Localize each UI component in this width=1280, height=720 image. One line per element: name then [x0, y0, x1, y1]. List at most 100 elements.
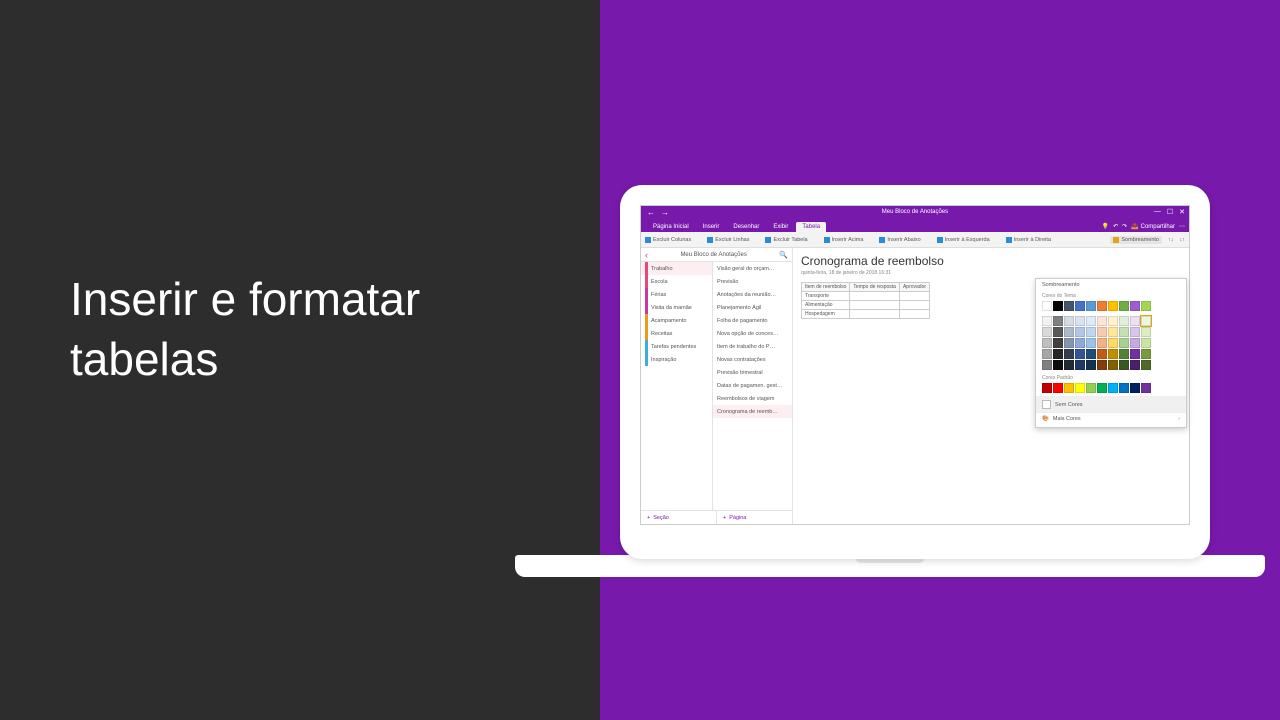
editor-table[interactable]: Item de reembolsoTempo de respostaAprova…: [801, 282, 930, 319]
ribbon-cmd-0[interactable]: Excluir Colunas: [645, 237, 691, 243]
color-swatch[interactable]: [1130, 338, 1140, 348]
page-item[interactable]: Reembolsos de viagem: [713, 392, 792, 405]
color-swatch[interactable]: [1108, 383, 1118, 393]
color-swatch[interactable]: [1053, 327, 1063, 337]
color-swatch[interactable]: [1053, 360, 1063, 370]
color-swatch[interactable]: [1053, 316, 1063, 326]
search-icon[interactable]: 🔍: [779, 251, 788, 259]
color-swatch[interactable]: [1064, 301, 1074, 311]
table-row[interactable]: Transporte: [802, 292, 930, 301]
color-swatch[interactable]: [1108, 301, 1118, 311]
color-swatch[interactable]: [1042, 383, 1052, 393]
table-cell[interactable]: [850, 301, 900, 310]
table-row[interactable]: Hospedagem: [802, 310, 930, 319]
tab-home[interactable]: Página Inicial: [647, 222, 695, 232]
ribbon-cmd-3[interactable]: Inserir Acima: [824, 237, 864, 243]
color-swatch[interactable]: [1086, 301, 1096, 311]
maximize-icon[interactable]: ☐: [1167, 208, 1173, 216]
section-item[interactable]: Acampamento: [641, 314, 712, 327]
no-color-option[interactable]: Sem Cores: [1036, 396, 1186, 412]
color-swatch[interactable]: [1108, 327, 1118, 337]
notebook-title[interactable]: Meu Bloco de Anotações: [652, 252, 775, 258]
color-swatch[interactable]: [1086, 316, 1096, 326]
color-swatch[interactable]: [1064, 349, 1074, 359]
color-swatch[interactable]: [1064, 338, 1074, 348]
table-cell[interactable]: [850, 310, 900, 319]
section-item[interactable]: Trabalho: [641, 262, 712, 275]
add-page-button[interactable]: + Página: [716, 511, 792, 524]
table-cell[interactable]: [899, 310, 929, 319]
color-swatch[interactable]: [1108, 316, 1118, 326]
page-item[interactable]: Cronograma de reemb…: [713, 405, 792, 418]
color-swatch[interactable]: [1042, 349, 1052, 359]
page-item[interactable]: Item de trabalho do P…: [713, 340, 792, 353]
color-swatch[interactable]: [1086, 360, 1096, 370]
color-swatch[interactable]: [1108, 338, 1118, 348]
sort-desc-icon[interactable]: ↓↑: [1180, 237, 1186, 243]
color-swatch[interactable]: [1064, 383, 1074, 393]
section-item[interactable]: Tarefas pendentes: [641, 340, 712, 353]
color-swatch[interactable]: [1097, 349, 1107, 359]
section-item[interactable]: Visita da mamãe: [641, 301, 712, 314]
ribbon-cmd-6[interactable]: Inserir à Direita: [1006, 237, 1051, 243]
page-item[interactable]: Planejamento Ágil: [713, 301, 792, 314]
color-swatch[interactable]: [1053, 349, 1063, 359]
color-swatch[interactable]: [1130, 327, 1140, 337]
color-swatch[interactable]: [1141, 338, 1151, 348]
color-swatch[interactable]: [1141, 383, 1151, 393]
color-swatch[interactable]: [1130, 316, 1140, 326]
color-swatch[interactable]: [1108, 360, 1118, 370]
page-item[interactable]: Novas contratações: [713, 353, 792, 366]
color-swatch[interactable]: [1064, 327, 1074, 337]
color-swatch[interactable]: [1119, 349, 1129, 359]
color-swatch[interactable]: [1097, 327, 1107, 337]
color-swatch[interactable]: [1086, 338, 1096, 348]
nav-back-chevron-icon[interactable]: ‹: [645, 250, 648, 260]
section-item[interactable]: Escola: [641, 275, 712, 288]
color-swatch[interactable]: [1086, 327, 1096, 337]
color-swatch[interactable]: [1042, 338, 1052, 348]
color-swatch[interactable]: [1130, 349, 1140, 359]
color-swatch[interactable]: [1141, 301, 1151, 311]
share-button[interactable]: 📤Compartilhar: [1131, 223, 1175, 230]
color-swatch[interactable]: [1097, 316, 1107, 326]
ribbon-cmd-2[interactable]: Excluir Tabela: [765, 237, 807, 243]
color-swatch[interactable]: [1119, 383, 1129, 393]
color-swatch[interactable]: [1053, 301, 1063, 311]
color-swatch[interactable]: [1075, 383, 1085, 393]
color-swatch[interactable]: [1075, 301, 1085, 311]
minimize-icon[interactable]: —: [1154, 208, 1161, 216]
color-swatch[interactable]: [1075, 327, 1085, 337]
color-swatch[interactable]: [1086, 383, 1096, 393]
color-swatch[interactable]: [1086, 349, 1096, 359]
tab-table[interactable]: Tabela: [796, 222, 826, 232]
section-item[interactable]: Férias: [641, 288, 712, 301]
table-cell[interactable]: Hospedagem: [802, 310, 850, 319]
more-icon[interactable]: ⋯: [1179, 223, 1185, 230]
color-swatch[interactable]: [1108, 349, 1118, 359]
table-cell[interactable]: Transporte: [802, 292, 850, 301]
page-item[interactable]: Datas de pagamen. gest…: [713, 379, 792, 392]
color-swatch[interactable]: [1075, 316, 1085, 326]
color-swatch[interactable]: [1097, 338, 1107, 348]
redo-icon[interactable]: ↷: [1122, 223, 1127, 230]
more-colors-option[interactable]: 🎨 Mais Cores ›: [1036, 412, 1186, 425]
undo-icon[interactable]: ↶: [1113, 223, 1118, 230]
add-section-button[interactable]: + Seção: [641, 511, 716, 524]
color-swatch[interactable]: [1053, 383, 1063, 393]
color-swatch[interactable]: [1141, 316, 1151, 326]
table-cell[interactable]: [899, 301, 929, 310]
section-item[interactable]: Receitas: [641, 327, 712, 340]
color-swatch[interactable]: [1075, 349, 1085, 359]
page-item[interactable]: Anotações da reunião…: [713, 288, 792, 301]
page-item[interactable]: Nova opção de conces…: [713, 327, 792, 340]
color-swatch[interactable]: [1042, 327, 1052, 337]
color-swatch[interactable]: [1130, 301, 1140, 311]
color-swatch[interactable]: [1064, 316, 1074, 326]
color-swatch[interactable]: [1053, 338, 1063, 348]
page-item[interactable]: Previsão trimestral: [713, 366, 792, 379]
page-item[interactable]: Previsão: [713, 275, 792, 288]
color-swatch[interactable]: [1141, 349, 1151, 359]
color-swatch[interactable]: [1097, 301, 1107, 311]
table-row[interactable]: Alimentação: [802, 301, 930, 310]
